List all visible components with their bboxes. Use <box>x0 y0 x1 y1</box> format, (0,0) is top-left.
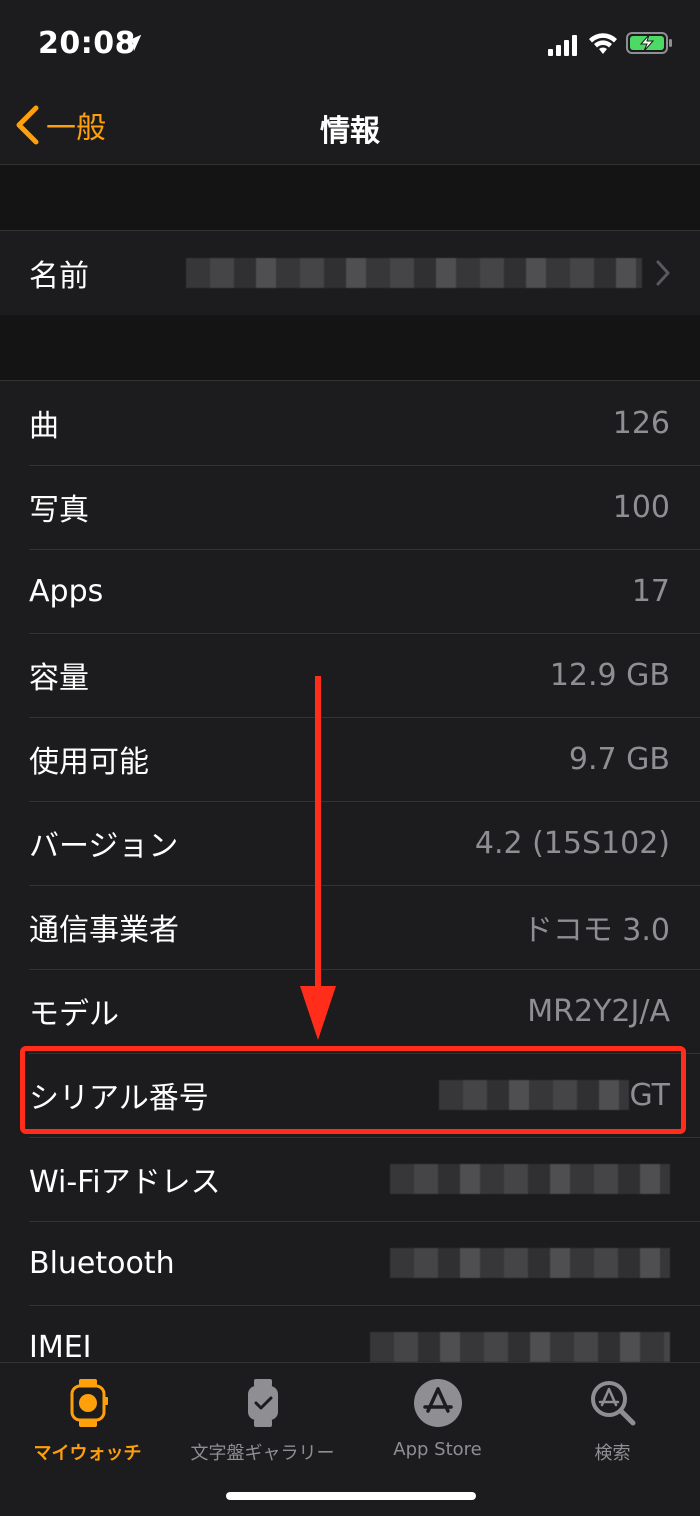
row-label: Bluetooth <box>29 1245 175 1281</box>
row-value: 100 <box>612 489 670 525</box>
tab-label: 検索 <box>594 1443 631 1464</box>
navigation-bar: 一般 情報 <box>0 88 700 165</box>
home-indicator <box>226 1492 476 1500</box>
wifi-icon <box>589 33 617 54</box>
info-group: 曲 126 写真 100 Apps 17 容量 12.9 GB 使用可能 9.7… <box>0 380 700 1362</box>
row-label: 写真 <box>29 493 89 528</box>
cellular-signal-icon <box>548 35 577 56</box>
info-row-carrier: 通信事業者 ドコモ 3.0 <box>0 885 700 969</box>
info-row-photos: 写真 100 <box>0 465 700 549</box>
tab-label: App Store <box>393 1439 482 1460</box>
row-label: バージョン <box>29 829 179 864</box>
tab-app-store[interactable]: App Store <box>350 1373 525 1460</box>
info-row-wifi-address: Wi-Fiアドレス <box>0 1137 700 1221</box>
row-value: 126 <box>612 405 670 441</box>
annotation-arrow <box>300 676 336 1040</box>
info-row-apps: Apps 17 <box>0 549 700 633</box>
redacted-name <box>186 258 642 288</box>
status-bar: 20:08 <box>0 0 700 88</box>
chevron-right-icon <box>656 260 670 286</box>
name-label: 名前 <box>29 259 89 294</box>
redacted-bluetooth <box>390 1248 670 1278</box>
watch-icon <box>70 1379 108 1427</box>
info-row-available: 使用可能 9.7 GB <box>0 717 700 801</box>
row-label: Apps <box>29 573 104 609</box>
info-row-version: バージョン 4.2 (15S102) <box>0 801 700 885</box>
row-label: IMEI <box>29 1329 92 1363</box>
tab-label: 文字盤ギャラリー <box>190 1443 335 1464</box>
row-value: 12.9 GB <box>549 657 670 693</box>
info-row-model: モデル MR2Y2J/A <box>0 969 700 1053</box>
section-spacer <box>0 315 700 380</box>
location-arrow-icon <box>124 34 142 52</box>
row-value: ドコモ 3.0 <box>522 913 670 948</box>
search-icon <box>590 1381 635 1426</box>
tab-watch-face-gallery[interactable]: 文字盤ギャラリー <box>175 1373 350 1465</box>
row-value: MR2Y2J/A <box>527 993 670 1029</box>
redacted-imei <box>370 1332 670 1362</box>
battery-charging-icon <box>626 32 672 54</box>
serial-highlight-box <box>20 1046 686 1134</box>
app-store-icon <box>413 1379 462 1427</box>
row-value: 4.2 (15S102) <box>474 825 670 861</box>
row-label: 容量 <box>29 661 89 696</box>
row-value: 17 <box>631 573 670 609</box>
watch-face-icon <box>247 1379 278 1427</box>
name-row[interactable]: 名前 <box>0 231 700 315</box>
row-value: 9.7 GB <box>568 741 670 777</box>
info-row-songs: 曲 126 <box>0 381 700 465</box>
row-label: 曲 <box>29 409 59 444</box>
tab-search[interactable]: 検索 <box>525 1373 700 1465</box>
section-spacer <box>0 165 700 230</box>
info-row-bluetooth: Bluetooth <box>0 1221 700 1305</box>
tab-my-watch[interactable]: マイウォッチ <box>0 1373 175 1465</box>
info-row-imei: IMEI <box>0 1305 700 1362</box>
info-row-capacity: 容量 12.9 GB <box>0 633 700 717</box>
row-label: 通信事業者 <box>29 913 179 948</box>
redacted-wifi-address <box>390 1164 670 1194</box>
tab-label: マイウォッチ <box>33 1443 142 1464</box>
row-label: Wi-Fiアドレス <box>29 1165 221 1200</box>
row-label: 使用可能 <box>29 745 149 780</box>
name-group: 名前 <box>0 230 700 316</box>
row-label: モデル <box>29 997 119 1032</box>
page-title: 情報 <box>320 114 380 149</box>
